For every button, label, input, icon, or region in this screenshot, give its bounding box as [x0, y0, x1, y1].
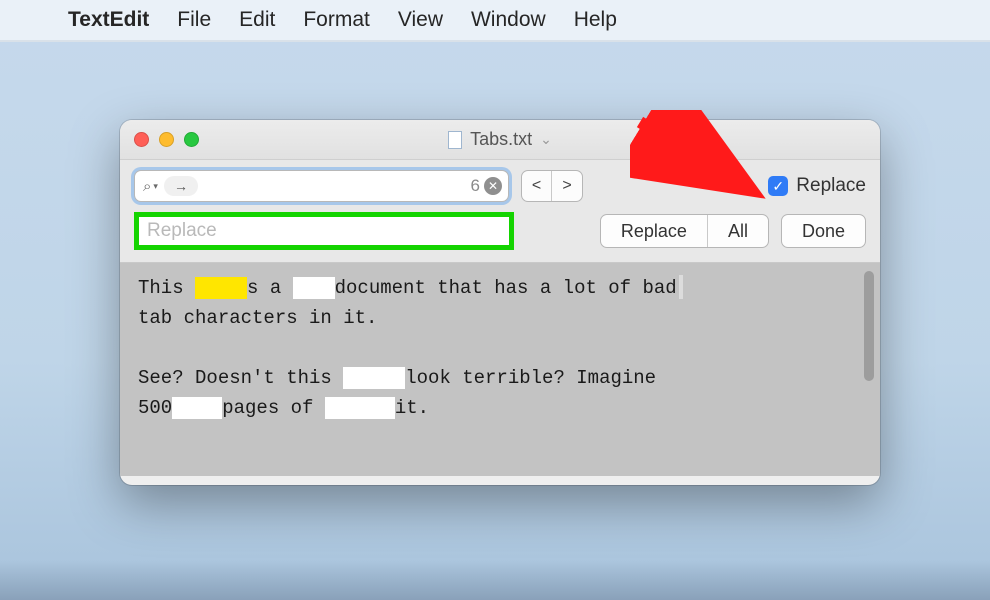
window-title-text: Tabs.txt	[470, 129, 532, 150]
text-line: See? Doesn't this look terrible? Imagine	[138, 363, 850, 393]
menu-format[interactable]: Format	[303, 8, 370, 32]
document-icon	[448, 131, 462, 149]
replace-segment: Replace All	[600, 214, 769, 248]
scrollbar[interactable]	[864, 271, 874, 381]
close-button[interactable]	[134, 132, 149, 147]
highlight-match	[325, 397, 395, 419]
find-replace-bar: ⌕ ▾ → 6 ✕ < > ✓ Replace Replac	[120, 160, 880, 263]
replace-toggle-label: Replace	[796, 175, 866, 197]
result-count: 6	[471, 176, 480, 196]
text-line: 500pages of it.	[138, 393, 850, 423]
menu-file[interactable]: File	[177, 8, 211, 32]
find-previous-button[interactable]: <	[522, 171, 552, 201]
text-cursor	[679, 275, 683, 299]
search-options-icon[interactable]: ▾	[153, 181, 158, 192]
desktop-wallpaper	[0, 560, 990, 600]
window-title: Tabs.txt ⌄	[120, 129, 880, 150]
titlebar[interactable]: Tabs.txt ⌄	[120, 120, 880, 160]
menu-window[interactable]: Window	[471, 8, 546, 32]
replace-input[interactable]	[147, 220, 501, 242]
insert-pattern-icon[interactable]: →	[164, 176, 198, 196]
menu-help[interactable]: Help	[574, 8, 617, 32]
title-dropdown-icon[interactable]: ⌄	[540, 131, 552, 148]
search-input[interactable]	[204, 177, 471, 195]
highlight-match	[172, 397, 222, 419]
menubar: TextEdit File Edit Format View Window He…	[0, 0, 990, 42]
replace-toggle[interactable]: ✓ Replace	[768, 175, 866, 197]
replace-all-button[interactable]: All	[708, 215, 768, 247]
replace-field-container[interactable]	[134, 212, 514, 250]
search-field-container[interactable]: ⌕ ▾ → 6 ✕	[134, 170, 509, 202]
text-line: This s a document that has a lot of bad	[138, 273, 850, 303]
zoom-button[interactable]	[184, 132, 199, 147]
text-line	[138, 333, 850, 363]
checkbox-checked-icon[interactable]: ✓	[768, 176, 788, 196]
highlight-match	[343, 367, 405, 389]
find-next-button[interactable]: >	[552, 171, 582, 201]
app-name[interactable]: TextEdit	[68, 8, 149, 32]
highlight-current	[195, 277, 247, 299]
text-line: tab characters in it.	[138, 303, 850, 333]
search-icon[interactable]: ⌕	[143, 178, 151, 195]
replace-button[interactable]: Replace	[601, 215, 708, 247]
window-controls	[134, 132, 199, 147]
document-content[interactable]: This s a document that has a lot of bad …	[120, 263, 880, 476]
textedit-window: Tabs.txt ⌄ ⌕ ▾ → 6 ✕ < > ✓ Replace	[120, 120, 880, 485]
minimize-button[interactable]	[159, 132, 174, 147]
done-button[interactable]: Done	[781, 214, 866, 248]
highlight-match	[293, 277, 335, 299]
menu-edit[interactable]: Edit	[239, 8, 275, 32]
clear-search-icon[interactable]: ✕	[484, 177, 502, 195]
prev-next-segment: < >	[521, 170, 583, 202]
menu-view[interactable]: View	[398, 8, 443, 32]
